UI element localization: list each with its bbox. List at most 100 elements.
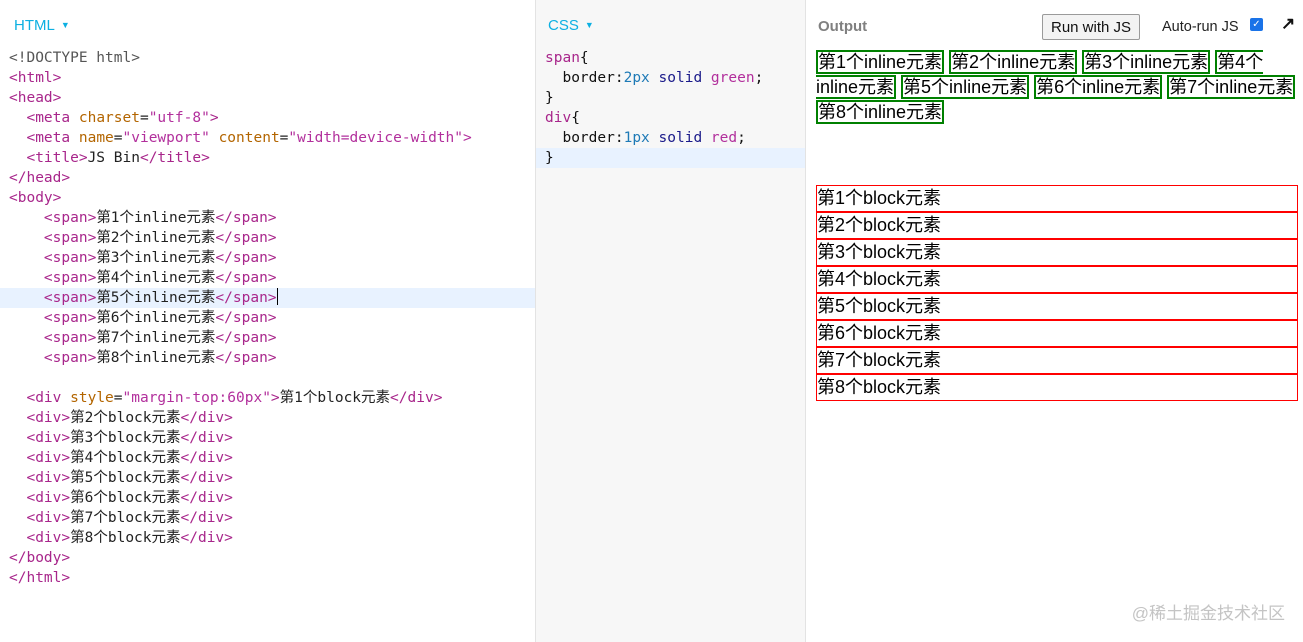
code-token: } — [545, 150, 554, 166]
code-line[interactable]: <body> — [0, 188, 535, 208]
code-token: = — [113, 130, 123, 146]
code-token: </div> — [180, 450, 233, 466]
css-panel-menu[interactable]: CSS ▼ — [548, 17, 594, 34]
code-line[interactable]: } — [536, 88, 805, 108]
code-line[interactable]: <span>第2个inline元素</span> — [0, 228, 535, 248]
code-token: 第7个inline元素 — [96, 330, 216, 346]
code-token: JS Bin — [87, 150, 140, 166]
code-token: name — [78, 130, 114, 146]
code-token: </title> — [139, 150, 210, 166]
code-line[interactable]: <div>第4个block元素</div> — [0, 448, 535, 468]
code-token: <!DOCTYPE html> — [9, 50, 140, 66]
code-line[interactable]: </head> — [0, 168, 535, 188]
block-element: 第4个block元素 — [816, 266, 1298, 293]
code-line[interactable]: <span>第1个inline元素</span> — [0, 208, 535, 228]
code-line[interactable]: <div>第2个block元素</div> — [0, 408, 535, 428]
output-panel: Output Run with JS Auto-run JS ✓ ↗ 第1个in… — [806, 0, 1303, 642]
html-editor[interactable]: <!DOCTYPE html> <html> <head> <meta charse… — [0, 48, 535, 588]
code-token: <title> — [26, 150, 88, 166]
code-token: </div> — [180, 490, 233, 506]
code-token: : — [614, 70, 624, 86]
code-token: <div> — [26, 530, 71, 546]
code-line[interactable]: <span>第6个inline元素</span> — [0, 308, 535, 328]
html-panel-menu[interactable]: HTML ▼ — [14, 17, 70, 34]
code-token: : — [614, 130, 624, 146]
code-token: green — [710, 70, 755, 86]
code-token: 第2个block元素 — [70, 410, 181, 426]
code-token: <div> — [26, 450, 71, 466]
code-line[interactable]: border:2px solid green; — [536, 68, 805, 88]
code-line[interactable]: <div>第6个block元素</div> — [0, 488, 535, 508]
code-line[interactable]: <head> — [0, 88, 535, 108]
code-token: </span> — [215, 290, 277, 306]
code-token: solid — [649, 130, 711, 146]
code-token: </span> — [215, 230, 277, 246]
code-line[interactable]: <div style="margin-top:60px">第1个block元素<… — [0, 388, 535, 408]
code-line[interactable]: <span>第3个inline元素</span> — [0, 248, 535, 268]
code-line[interactable]: <!DOCTYPE html> — [0, 48, 535, 68]
code-line[interactable]: <div>第7个block元素</div> — [0, 508, 535, 528]
code-line[interactable]: <span>第4个inline元素</span> — [0, 268, 535, 288]
code-token: <body> — [9, 190, 62, 206]
code-line[interactable]: <meta charset="utf-8"> — [0, 108, 535, 128]
autorun-checkbox[interactable]: ✓ — [1250, 18, 1263, 31]
code-line[interactable]: <meta name="viewport" content="width=dev… — [0, 128, 535, 148]
code-token: 第7个block元素 — [70, 510, 181, 526]
code-token: <div> — [26, 490, 71, 506]
code-line[interactable] — [0, 368, 535, 388]
code-line[interactable]: </body> — [0, 548, 535, 568]
code-line[interactable]: span{ — [536, 48, 805, 68]
css-panel-title: CSS — [548, 17, 579, 34]
code-token: </span> — [215, 250, 277, 266]
code-line[interactable]: <span>第7个inline元素</span> — [0, 328, 535, 348]
code-token: <span> — [43, 290, 97, 306]
run-with-js-button[interactable]: Run with JS — [1042, 14, 1141, 40]
code-token: </span> — [215, 330, 277, 346]
css-editor[interactable]: span{ border:2px solid green;} div{ borde… — [536, 48, 805, 168]
code-line[interactable]: } — [536, 148, 805, 168]
code-line[interactable]: <div>第8个block元素</div> — [0, 528, 535, 548]
code-token: <div> — [26, 410, 71, 426]
code-line[interactable]: <title>JS Bin</title> — [0, 148, 535, 168]
code-line[interactable]: div{ — [536, 108, 805, 128]
code-token: 第1个inline元素 — [96, 210, 216, 226]
code-token: ; — [754, 70, 764, 86]
code-token: </body> — [9, 550, 71, 566]
code-line[interactable]: </html> — [0, 568, 535, 588]
text-cursor — [276, 288, 278, 305]
popout-arrow-icon[interactable]: ↗ — [1281, 14, 1295, 34]
code-token: <span> — [43, 210, 97, 226]
code-line[interactable]: border:1px solid red; — [536, 128, 805, 148]
code-token: div — [545, 110, 572, 126]
code-token: 第6个inline元素 — [96, 310, 216, 326]
code-token: span — [545, 50, 580, 66]
code-token: <span> — [43, 350, 97, 366]
code-token: </html> — [9, 570, 71, 586]
code-token: <head> — [9, 90, 62, 106]
code-token: 第3个inline元素 — [96, 250, 216, 266]
code-token: 第8个inline元素 — [96, 350, 216, 366]
code-token: content — [218, 130, 280, 146]
inline-element: 第5个inline元素 — [901, 75, 1030, 99]
watermark: @稀土掘金技术社区 — [1131, 604, 1285, 623]
code-token: 第4个block元素 — [70, 450, 181, 466]
inline-element: 第2个inline元素 — [949, 50, 1078, 74]
code-token: 第5个inline元素 — [96, 290, 216, 306]
code-line[interactable]: <span>第5个inline元素</span> — [0, 288, 535, 308]
code-line[interactable]: <span>第8个inline元素</span> — [0, 348, 535, 368]
code-token: "viewport" — [122, 130, 210, 146]
code-token: solid — [649, 70, 711, 86]
code-line[interactable]: <div>第5个block元素</div> — [0, 468, 535, 488]
caret-down-icon: ▼ — [584, 20, 594, 30]
code-line[interactable]: <div>第3个block元素</div> — [0, 428, 535, 448]
code-line[interactable]: <html> — [0, 68, 535, 88]
